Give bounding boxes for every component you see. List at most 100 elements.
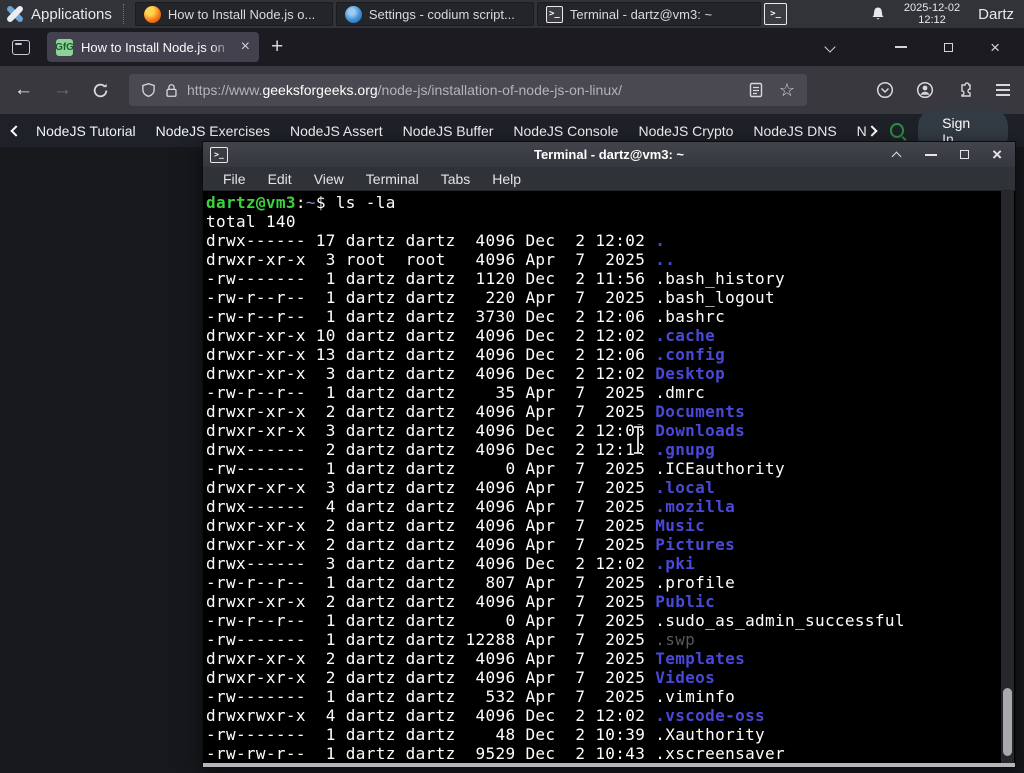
nav-link-nodejs-buffer[interactable]: NodeJS Buffer [393,123,504,139]
nav-link-nodejs-tutorial[interactable]: NodeJS Tutorial [26,123,146,139]
terminal-icon: >_ [210,146,228,163]
firefox-icon [143,5,161,23]
tab-title: How to Install Node.js on [81,39,225,55]
top-panel: Applications How to Install Node.js o...… [0,0,1024,28]
terminal-window-controls: × [893,146,1008,163]
shield-icon[interactable] [141,82,156,98]
terminal-line: drwxr-xr-x 13 dartz dartz 4096 Dec 2 12:… [206,345,726,364]
terminal-line: total 140 [206,212,296,231]
shade-button[interactable] [893,151,902,159]
terminal-menu-terminal[interactable]: Terminal [355,171,430,187]
taskbar-button-terminal[interactable]: >_ Terminal - dartz@vm3: ~ [536,2,761,26]
pocket-icon[interactable] [876,81,894,99]
terminal-scrollbar[interactable] [1001,191,1014,763]
panel-separator [122,4,130,24]
window-taskbar: How to Install Node.js o... Settings - co… [134,0,764,28]
terminal-line: drwxr-xr-x 2 dartz dartz 4096 Apr 7 2025… [206,402,746,421]
terminal-line: drwxr-xr-x 3 dartz dartz 4096 Dec 2 12:0… [206,364,726,383]
bookmark-star-icon[interactable]: ☆ [779,81,795,99]
browser-tab[interactable]: GfG How to Install Node.js on × [47,32,259,62]
menu-hamburger-icon[interactable] [996,84,1010,96]
panel-username[interactable]: Dartz [978,6,1014,23]
list-all-tabs-icon[interactable] [826,42,836,52]
terminal-menu-view[interactable]: View [303,171,355,187]
nav-link-nodejs-exercises[interactable]: NodeJS Exercises [146,123,280,139]
codium-icon [344,5,362,23]
terminal-menu-edit[interactable]: Edit [257,171,303,187]
terminal-line: -rw-rw-r-- 1 dartz dartz 9529 Dec 2 10:4… [206,744,786,763]
forward-button[interactable]: → [53,79,72,101]
lock-icon[interactable] [165,83,178,98]
nav-scroll-right-icon[interactable] [865,124,878,137]
url-prefix: https://www. [187,82,263,98]
tab-close-icon[interactable]: × [241,39,250,55]
terminal-icon: >_ [545,5,563,23]
toolbar-right-icons [876,81,1010,99]
applications-menu-button[interactable]: Applications [0,0,120,28]
extension-puzzle-icon[interactable] [956,81,974,99]
reload-button[interactable] [92,82,109,99]
terminal-line: -rw------- 1 dartz dartz 532 Apr 7 2025 … [206,687,736,706]
taskbar-label: Settings - codium script... [368,6,515,22]
nav-link-node[interactable]: Node [847,123,866,139]
close-button[interactable]: × [992,146,1002,163]
minimize-button[interactable] [925,153,938,156]
url-path: /node-js/installation-of-node-js-on-linu… [377,82,622,98]
terminal-line: drwxr-xr-x 10 dartz dartz 4096 Dec 2 12:… [206,326,716,345]
terminal-line: drwxr-xr-x 3 dartz dartz 4096 Apr 7 2025… [206,478,716,497]
terminal-line: -rw-r--r-- 1 dartz dartz 3730 Dec 2 12:0… [206,307,726,326]
maximize-button[interactable] [960,150,970,159]
tray-terminal-icon[interactable]: >_ [764,3,787,25]
taskbar-button-firefox[interactable]: How to Install Node.js o... [134,2,333,26]
terminal-menu-tabs[interactable]: Tabs [430,171,482,187]
close-button[interactable]: × [990,39,1000,56]
terminal-line: -rw-r--r-- 1 dartz dartz 807 Apr 7 2025 … [206,573,736,592]
nav-link-nodejs-console[interactable]: NodeJS Console [503,123,628,139]
terminal-line: drwx------ 3 dartz dartz 4096 Dec 2 12:0… [206,554,696,573]
panel-clock[interactable]: 2025-12-02 12:12 [904,2,960,26]
url-domain: geeksforgeeks.org [262,82,378,98]
terminal-line: -rw------- 1 dartz dartz 0 Apr 7 2025 .I… [206,459,786,478]
nav-link-nodejs-assert[interactable]: NodeJS Assert [280,123,393,139]
terminal-line: drwxr-xr-x 2 dartz dartz 4096 Apr 7 2025… [206,668,716,687]
terminal-line: drwxr-xr-x 2 dartz dartz 4096 Apr 7 2025… [206,535,736,554]
minimize-button[interactable] [895,46,908,48]
terminal-line: -rw-r--r-- 1 dartz dartz 0 Apr 7 2025 .s… [206,611,905,630]
terminal-line: drwx------ 17 dartz dartz 4096 Dec 2 12:… [206,231,666,250]
nav-link-nodejs-dns[interactable]: NodeJS DNS [743,123,846,139]
account-icon[interactable] [916,81,934,99]
firefox-navigation-toolbar: ← → https://www.geeksforgeeks.org/node-j… [0,66,1024,114]
terminal-line: drwxr-xr-x 3 dartz dartz 4096 Dec 2 12:0… [206,421,746,440]
nav-links: NodeJS Tutorial NodeJS Exercises NodeJS As… [26,123,866,139]
new-tab-button[interactable]: + [271,35,283,59]
url-bar[interactable]: https://www.geeksforgeeks.org/node-js/in… [129,74,807,106]
notification-bell-icon[interactable] [870,6,886,22]
search-icon[interactable] [889,123,905,138]
terminal-window: >_ Terminal - dartz@vm3: ~ × File Edit Vie… [202,141,1016,768]
terminal-line: dartz@vm3:~$ ls -la [206,193,396,212]
taskbar-button-codium[interactable]: Settings - codium script... [335,2,534,26]
firefox-view-icon[interactable] [12,39,30,55]
terminal-menu-file[interactable]: File [212,171,257,187]
terminal-line: drwx------ 4 dartz dartz 4096 Apr 7 2025… [206,497,736,516]
terminal-line: drwxr-xr-x 2 dartz dartz 4096 Apr 7 2025… [206,516,706,535]
terminal-screen[interactable]: dartz@vm3:~$ ls -la total 140 drwx------ 1… [203,191,1015,763]
terminal-title-bar[interactable]: >_ Terminal - dartz@vm3: ~ × [203,142,1015,167]
terminal-line: -rw------- 1 dartz dartz 12288 Apr 7 202… [206,630,696,649]
terminal-line: -rw------- 1 dartz dartz 1120 Dec 2 11:5… [206,269,786,288]
back-button[interactable]: ← [14,79,33,101]
nav-link-nodejs-crypto[interactable]: NodeJS Crypto [628,123,743,139]
text-cursor-pointer [634,425,642,455]
clock-date: 2025-12-02 [903,2,961,14]
terminal-menu-help[interactable]: Help [481,171,532,187]
reader-mode-icon[interactable] [749,82,763,98]
terminal-line: drwx------ 2 dartz dartz 4096 Dec 2 12:1… [206,440,716,459]
taskbar-label: Terminal - dartz@vm3: ~ [569,6,713,22]
scrollbar-thumb[interactable] [1003,688,1012,756]
terminal-line: drwxr-xr-x 3 root root 4096 Apr 7 2025 .… [206,250,676,269]
terminal-line: -rw-r--r-- 1 dartz dartz 35 Apr 7 2025 .… [206,383,706,402]
maximize-button[interactable] [944,42,954,52]
nav-scroll-left-icon[interactable] [10,124,22,137]
browser-window-controls: × [826,39,1012,56]
url-text: https://www.geeksforgeeks.org/node-js/in… [187,82,622,98]
